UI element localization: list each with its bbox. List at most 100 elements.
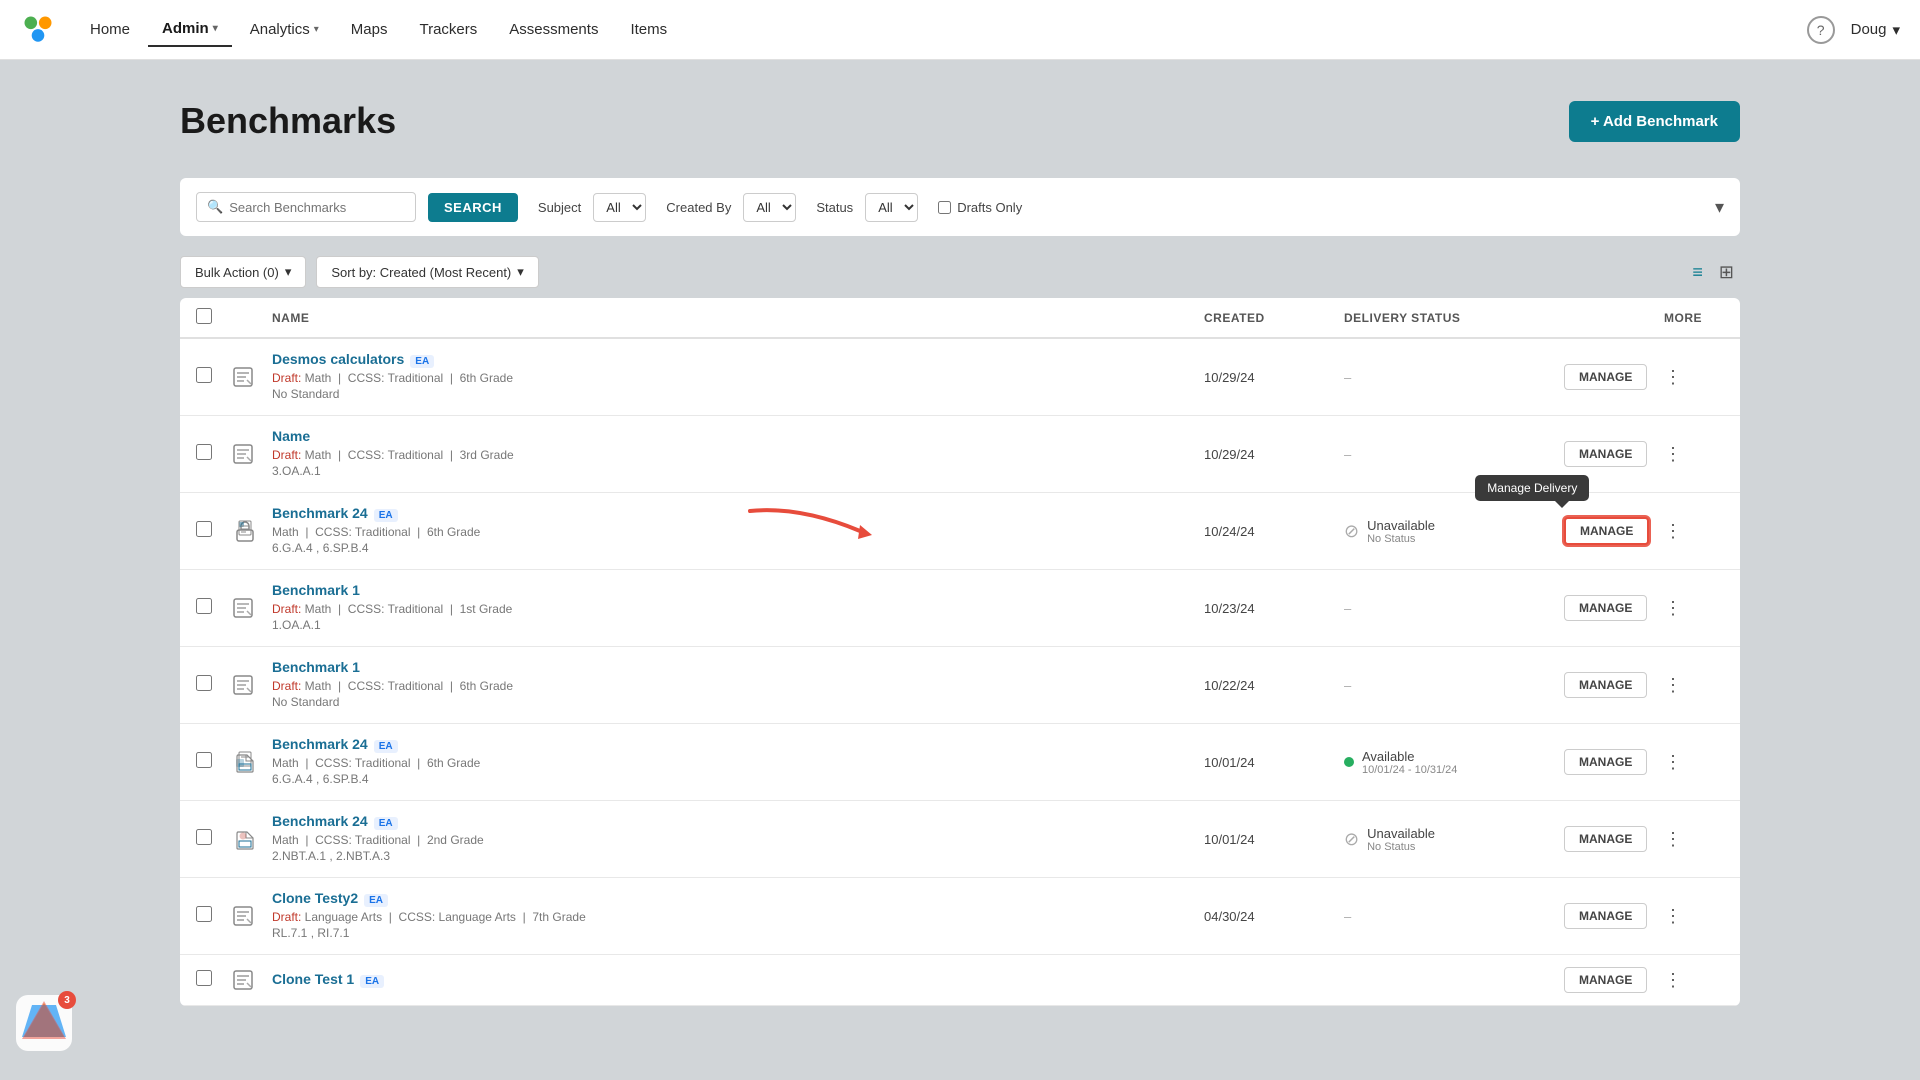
nav-item-admin[interactable]: Admin ▾ — [148, 12, 232, 47]
delivery-status: Available 10/01/24 - 10/31/24 — [1344, 749, 1564, 776]
row-icon — [232, 443, 272, 465]
row-checkbox-cell — [196, 970, 232, 991]
help-button[interactable]: ? — [1807, 16, 1835, 44]
row-checkbox[interactable] — [196, 752, 212, 768]
delivery-col-header: DELIVERY STATUS — [1344, 311, 1564, 325]
row-checkbox[interactable] — [196, 970, 212, 986]
item-name-link[interactable]: Benchmark 24 — [272, 813, 368, 829]
row-name-cell: Clone Test 1EA — [272, 971, 1204, 989]
row-checkbox[interactable] — [196, 829, 212, 845]
unavailable-icon: ⊘ — [1344, 521, 1359, 542]
more-button[interactable]: ⋮ — [1664, 970, 1682, 991]
item-name-link[interactable]: Benchmark 1 — [272, 582, 360, 598]
row-icon — [232, 826, 272, 852]
row-checkbox[interactable] — [196, 598, 212, 614]
status-select[interactable]: All — [865, 193, 918, 222]
nav-item-items[interactable]: Items — [616, 13, 681, 46]
search-input[interactable] — [229, 200, 405, 215]
row-checkbox[interactable] — [196, 367, 212, 383]
table-row: Benchmark 24EA Math | CCSS: Traditional … — [180, 724, 1740, 801]
manage-cell: MANAGE — [1564, 967, 1664, 993]
item-name-link[interactable]: Benchmark 24 — [272, 736, 368, 752]
row-checkbox[interactable] — [196, 675, 212, 691]
item-name-link[interactable]: Desmos calculators — [272, 351, 404, 367]
select-all-checkbox[interactable] — [196, 308, 212, 324]
app-icon-container[interactable]: 3 — [16, 995, 72, 1056]
manage-cell: MANAGE — [1564, 595, 1664, 621]
row-name-cell: Benchmark 24EA Math | CCSS: Traditional … — [272, 505, 1204, 557]
manage-button[interactable]: MANAGE — [1564, 672, 1647, 698]
bulk-action-button[interactable]: Bulk Action (0) ▾ — [180, 256, 306, 288]
search-wrap: 🔍 — [196, 192, 416, 222]
sort-button[interactable]: Sort by: Created (Most Recent) ▾ — [316, 256, 538, 288]
table-row: Benchmark 1 Draft: Math | CCSS: Traditio… — [180, 570, 1740, 647]
drafts-only-label[interactable]: Drafts Only — [938, 200, 1022, 215]
manage-button[interactable]: MANAGE — [1564, 749, 1647, 775]
drafts-only-checkbox[interactable] — [938, 201, 951, 214]
table-row: Benchmark 1 Draft: Math | CCSS: Traditio… — [180, 647, 1740, 724]
item-meta: Math | CCSS: Traditional | 2nd Grade — [272, 833, 1204, 847]
item-name-link[interactable]: Clone Testy2 — [272, 890, 358, 906]
more-button[interactable]: ⋮ — [1664, 675, 1682, 696]
table-row: Desmos calculatorsEA Draft: Math | CCSS:… — [180, 339, 1740, 416]
view-icons: ≡ ⊞ — [1686, 258, 1740, 287]
status-text-block: Available 10/01/24 - 10/31/24 — [1362, 749, 1457, 776]
subject-select[interactable]: All — [593, 193, 646, 222]
grid-view-button[interactable]: ⊞ — [1713, 258, 1740, 287]
manage-button[interactable]: MANAGE — [1564, 364, 1647, 390]
manage-cell: MANAGE — [1564, 441, 1664, 467]
manage-button[interactable]: MANAGE — [1564, 441, 1647, 467]
item-standard: RL.7.1 , RI.7.1 — [272, 926, 349, 940]
item-name-link[interactable]: Clone Test 1 — [272, 971, 354, 987]
collapse-button[interactable]: ▾ — [1715, 197, 1724, 218]
more-cell: ⋮ — [1664, 829, 1724, 850]
created-date: 10/29/24 — [1204, 370, 1344, 385]
row-checkbox[interactable] — [196, 521, 212, 537]
status-text-block: Unavailable No Status — [1367, 826, 1435, 853]
add-benchmark-button[interactable]: + Add Benchmark — [1569, 101, 1740, 142]
item-standard: 3.OA.A.1 — [272, 464, 321, 478]
row-checkbox[interactable] — [196, 906, 212, 922]
name-col-header: NAME — [272, 311, 1204, 325]
item-name-link[interactable]: Benchmark 24 — [272, 505, 368, 521]
more-button[interactable]: ⋮ — [1664, 598, 1682, 619]
item-name-link[interactable]: Name — [272, 428, 310, 444]
more-button[interactable]: ⋮ — [1664, 444, 1682, 465]
created-date: 10/01/24 — [1204, 832, 1344, 847]
benchmarks-table: NAME CREATED DELIVERY STATUS MORE Desmos… — [180, 298, 1740, 1006]
user-menu[interactable]: Doug ▾ — [1851, 21, 1900, 39]
more-button[interactable]: ⋮ — [1664, 752, 1682, 773]
app-logo[interactable] — [20, 12, 56, 48]
nav-item-home[interactable]: Home — [76, 13, 144, 46]
toolbar-left: Bulk Action (0) ▾ Sort by: Created (Most… — [180, 256, 539, 288]
nav-item-maps[interactable]: Maps — [337, 13, 402, 46]
list-view-button[interactable]: ≡ — [1686, 258, 1709, 287]
more-button[interactable]: ⋮ — [1664, 829, 1682, 850]
unavailable-icon: ⊘ — [1344, 829, 1359, 850]
row-checkbox[interactable] — [196, 444, 212, 460]
manage-button[interactable]: MANAGE — [1564, 903, 1647, 929]
nav-item-analytics[interactable]: Analytics ▾ — [236, 13, 333, 46]
created-by-select[interactable]: All — [743, 193, 796, 222]
page-header: Benchmarks + Add Benchmark — [180, 100, 1740, 142]
more-button[interactable]: ⋮ — [1664, 367, 1682, 388]
more-button[interactable]: ⋮ — [1664, 906, 1682, 927]
nav-item-assessments[interactable]: Assessments — [495, 13, 612, 46]
app-badge-count: 3 — [58, 991, 76, 1009]
row-checkbox-cell — [196, 521, 232, 542]
created-date: 04/30/24 — [1204, 909, 1344, 924]
row-icon — [232, 597, 272, 619]
item-name-link[interactable]: Benchmark 1 — [272, 659, 360, 675]
more-cell: ⋮ — [1664, 444, 1724, 465]
item-meta: Math | CCSS: Traditional | 6th Grade — [272, 756, 1204, 770]
item-standard: 6.G.A.4 , 6.SP.B.4 — [272, 772, 369, 786]
manage-button[interactable]: MANAGE — [1564, 517, 1649, 545]
item-meta: Draft: Language Arts | CCSS: Language Ar… — [272, 910, 1204, 924]
nav-item-trackers[interactable]: Trackers — [405, 13, 491, 46]
page-title: Benchmarks — [180, 100, 396, 142]
manage-button[interactable]: MANAGE — [1564, 826, 1647, 852]
manage-button[interactable]: MANAGE — [1564, 967, 1647, 993]
manage-button[interactable]: MANAGE — [1564, 595, 1647, 621]
more-button[interactable]: ⋮ — [1664, 521, 1682, 542]
search-button[interactable]: SEARCH — [428, 193, 518, 222]
